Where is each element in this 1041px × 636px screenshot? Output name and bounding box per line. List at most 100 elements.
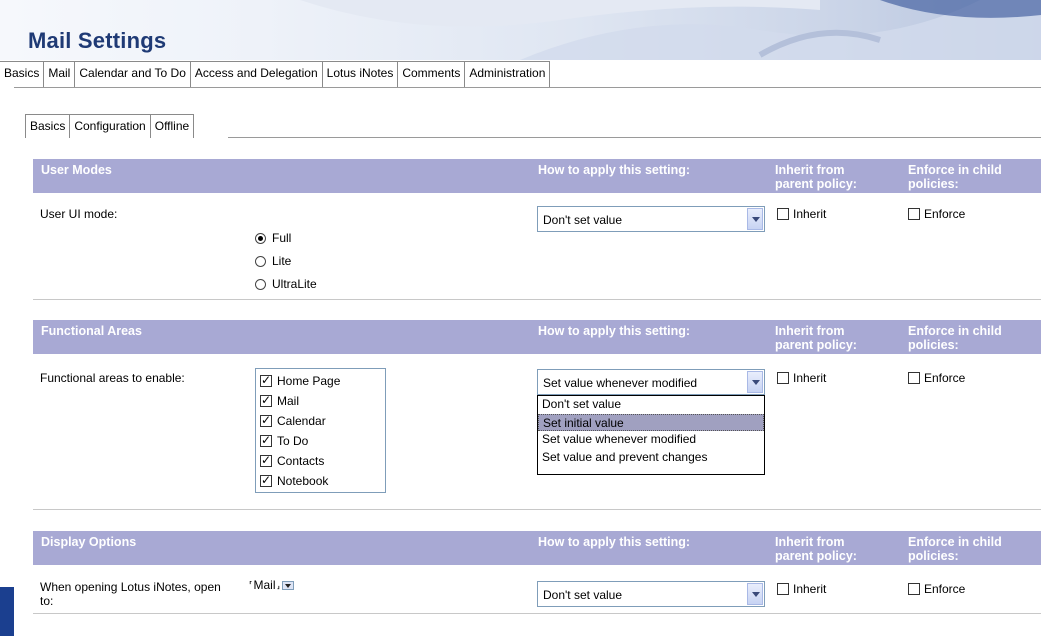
column-enforce-header: Enforce in child policies: xyxy=(908,324,1002,352)
chevron-down-icon[interactable] xyxy=(747,583,763,605)
column-inherit-header: Inherit from parent policy: xyxy=(775,324,857,352)
checkbox[interactable] xyxy=(777,208,789,220)
page-header: Mail Settings xyxy=(0,0,1041,60)
tab-mail[interactable]: Mail xyxy=(44,61,76,87)
display-options-inherit[interactable]: Inherit xyxy=(777,582,826,596)
section-header-user-modes: User Modes How to apply this setting: In… xyxy=(33,159,1041,193)
sub-tab-bar: Basics Configuration Offline xyxy=(25,114,195,138)
radio-button[interactable] xyxy=(255,232,266,244)
divider xyxy=(33,613,1041,614)
checkbox-label: Inherit xyxy=(793,207,827,221)
area-calendar[interactable]: Calendar xyxy=(260,411,381,431)
subtab-configuration[interactable]: Configuration xyxy=(70,114,151,138)
dropdown-option[interactable]: Set value whenever modified xyxy=(538,431,764,449)
tab-lotus-inotes[interactable]: Lotus iNotes xyxy=(322,61,399,87)
section-header-functional-areas: Functional Areas How to apply this setti… xyxy=(33,320,1041,354)
bracket-close-icon: ⸥ xyxy=(276,579,281,590)
area-mail[interactable]: Mail xyxy=(260,391,381,411)
checkbox[interactable] xyxy=(908,583,920,595)
column-inherit-header: Inherit from parent policy: xyxy=(775,535,857,563)
tab-comments[interactable]: Comments xyxy=(398,61,466,87)
functional-areas-list: Home Page Mail Calendar To Do Contacts N… xyxy=(255,368,386,493)
divider xyxy=(33,299,1041,300)
radio-lite[interactable]: Lite xyxy=(255,254,291,268)
area-to-do[interactable]: To Do xyxy=(260,431,381,451)
left-margin xyxy=(0,60,14,636)
radio-ultralite[interactable]: UltraLite xyxy=(255,277,317,291)
column-inherit-header: Inherit from parent policy: xyxy=(775,163,857,191)
checkbox[interactable] xyxy=(908,208,920,220)
radio-label: Full xyxy=(272,231,292,245)
column-how-header: How to apply this setting: xyxy=(538,163,691,177)
checkbox[interactable] xyxy=(777,583,789,595)
functional-areas-label: Functional areas to enable: xyxy=(40,371,185,385)
checkbox[interactable] xyxy=(260,433,272,447)
functional-areas-apply-select[interactable]: Set value whenever modified xyxy=(537,369,765,395)
checkbox[interactable] xyxy=(260,473,272,487)
column-how-header: How to apply this setting: xyxy=(538,324,691,338)
tab-access-delegation[interactable]: Access and Delegation xyxy=(190,61,323,87)
functional-areas-enforce[interactable]: Enforce xyxy=(908,371,965,385)
tab-administration[interactable]: Administration xyxy=(465,61,551,87)
area-label: To Do xyxy=(277,434,309,448)
left-accent-bar xyxy=(0,587,14,636)
apply-options-dropdown: Don't set value Set initial value Set va… xyxy=(537,395,765,475)
checkbox-label: Enforce xyxy=(924,371,966,385)
divider xyxy=(33,509,1041,510)
section-title: User Modes xyxy=(41,163,112,177)
page-title: Mail Settings xyxy=(28,28,167,53)
section-header-display-options: Display Options How to apply this settin… xyxy=(33,531,1041,565)
display-options-apply-select[interactable]: Don't set value xyxy=(537,581,765,607)
main-tab-bar: Basics Mail Calendar and To Do Access an… xyxy=(0,61,551,87)
column-how-header: How to apply this setting: xyxy=(538,535,691,549)
checkbox[interactable] xyxy=(777,372,789,384)
open-to-value: Mail xyxy=(253,578,276,592)
section-title: Functional Areas xyxy=(41,324,142,338)
checkbox-label: Inherit xyxy=(793,582,827,596)
chevron-down-icon[interactable] xyxy=(747,208,763,230)
dropdown-option[interactable]: Set value and prevent changes xyxy=(538,449,764,467)
open-to-select[interactable]: ⸢ Mail ⸥ xyxy=(249,578,295,592)
functional-areas-inherit[interactable]: Inherit xyxy=(777,371,826,385)
checkbox[interactable] xyxy=(260,373,272,387)
checkbox[interactable] xyxy=(260,393,272,407)
section-title: Display Options xyxy=(41,535,137,549)
dropdown-option[interactable]: Don't set value xyxy=(538,396,764,414)
area-contacts[interactable]: Contacts xyxy=(260,451,381,471)
user-ui-mode-label: User UI mode: xyxy=(40,207,118,221)
main-tab-underline xyxy=(14,87,1041,88)
checkbox[interactable] xyxy=(260,413,272,427)
radio-label: UltraLite xyxy=(272,277,317,291)
dropdown-option-highlighted[interactable]: Set initial value xyxy=(538,413,764,431)
chevron-down-icon[interactable] xyxy=(747,371,763,393)
select-value: Don't set value xyxy=(543,588,623,602)
radio-full[interactable]: Full xyxy=(255,231,291,245)
radio-button[interactable] xyxy=(255,278,266,290)
column-enforce-header: Enforce in child policies: xyxy=(908,535,1002,563)
area-notebook[interactable]: Notebook xyxy=(260,471,381,491)
chevron-down-icon[interactable] xyxy=(282,580,295,590)
user-modes-enforce[interactable]: Enforce xyxy=(908,207,965,221)
open-to-label-line2: to: xyxy=(40,594,54,608)
area-label: Mail xyxy=(277,394,300,408)
bracket-open-icon: ⸢ xyxy=(249,579,253,590)
tab-basics[interactable]: Basics xyxy=(0,61,45,87)
user-modes-apply-select[interactable]: Don't set value xyxy=(537,206,765,232)
radio-button[interactable] xyxy=(255,255,266,267)
checkbox-label: Inherit xyxy=(793,371,827,385)
open-to-label-line1: When opening Lotus iNotes, open xyxy=(40,580,221,594)
select-value: Don't set value xyxy=(543,213,623,227)
column-enforce-header: Enforce in child policies: xyxy=(908,163,1002,191)
display-options-enforce[interactable]: Enforce xyxy=(908,582,965,596)
area-home-page[interactable]: Home Page xyxy=(260,371,381,391)
checkbox[interactable] xyxy=(908,372,920,384)
tab-calendar-todo[interactable]: Calendar and To Do xyxy=(75,61,191,87)
checkbox[interactable] xyxy=(260,453,272,467)
area-label: Notebook xyxy=(277,474,329,488)
subtab-offline[interactable]: Offline xyxy=(150,114,195,138)
radio-label: Lite xyxy=(272,254,292,268)
checkbox-label: Enforce xyxy=(924,582,966,596)
user-modes-inherit[interactable]: Inherit xyxy=(777,207,826,221)
checkbox-label: Enforce xyxy=(924,207,966,221)
subtab-basics[interactable]: Basics xyxy=(25,114,71,138)
